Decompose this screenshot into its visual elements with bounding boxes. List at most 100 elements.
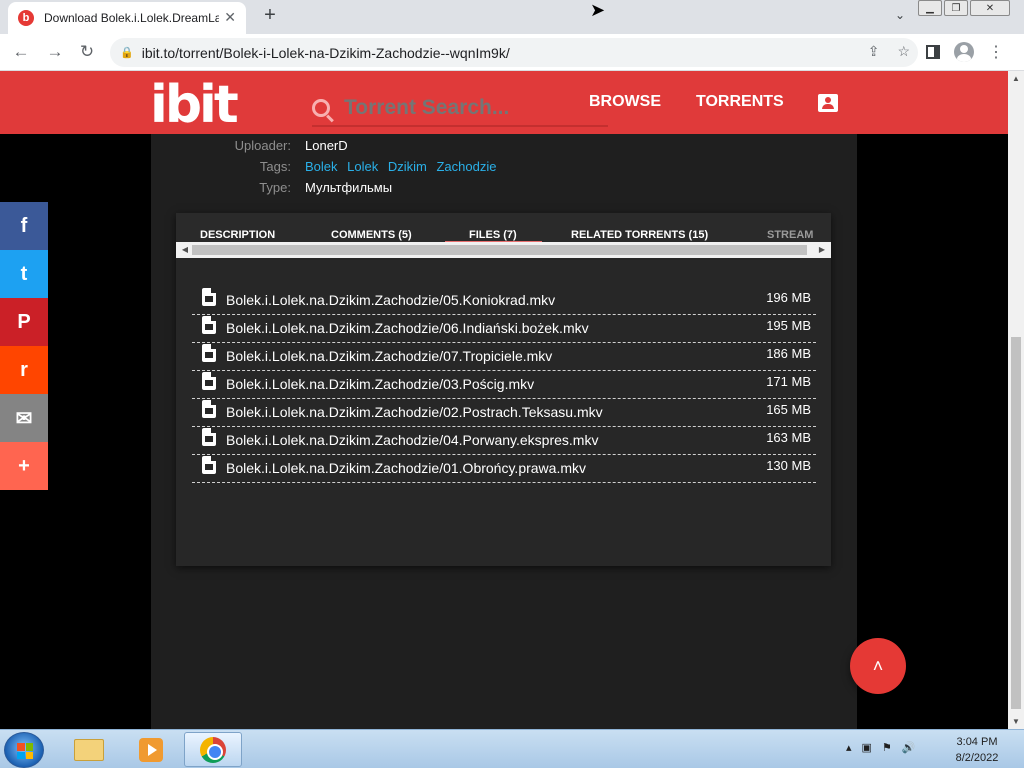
file-size: 196 MB [766,290,811,305]
file-row: Bolek.i.Lolek.na.Dzikim.Zachodzie/03.Poś… [192,371,816,399]
scroll-left-arrow-icon[interactable]: ◀ [178,245,192,254]
share-icon[interactable]: ⇪ [868,43,880,60]
back-icon[interactable]: ← [10,42,32,62]
forward-icon[interactable]: → [44,42,66,62]
folder-icon [74,738,104,761]
system-tray: ▴ ▣ ⚑ 🔊 [846,741,916,754]
nav-torrents-link[interactable]: TORRENTS [696,93,784,111]
restore-button[interactable]: ❐ [944,0,968,16]
show-hidden-icons-icon[interactable]: ▴ [846,741,852,754]
file-name: Bolek.i.Lolek.na.Dzikim.Zachodzie/03.Poś… [226,376,535,392]
account-icon[interactable] [818,94,838,112]
file-name: Bolek.i.Lolek.na.Dzikim.Zachodzie/07.Tro… [226,348,553,364]
file-name: Bolek.i.Lolek.na.Dzikim.Zachodzie/02.Pos… [226,404,603,420]
file-name: Bolek.i.Lolek.na.Dzikim.Zachodzie/04.Por… [226,432,599,448]
social-share-bar: f t Pr ✉ + [0,202,48,490]
reload-icon[interactable]: ↻ [76,42,98,62]
tag-link[interactable]: Dzikim [388,159,427,174]
tab-close-icon[interactable]: ✕ [224,9,236,26]
video-file-icon [202,428,216,446]
file-name: Bolek.i.Lolek.na.Dzikim.Zachodzie/05.Kon… [226,292,556,308]
tab-stream[interactable]: STREAM [767,229,813,241]
uploader-value[interactable]: LonerD [305,138,348,153]
minimize-button[interactable]: ▁ [918,0,942,16]
file-row: Bolek.i.Lolek.na.Dzikim.Zachodzie/06.Ind… [192,315,816,343]
file-row: Bolek.i.Lolek.na.Dzikim.Zachodzie/07.Tro… [192,343,816,371]
tabs-horizontal-scrollbar[interactable]: ◀ ▶ [176,242,831,258]
tag-link[interactable]: Bolek [305,159,338,174]
start-button[interactable] [4,732,44,768]
clock-time: 3:04 PM [956,736,998,748]
taskbar-explorer-button[interactable] [60,732,118,767]
file-size: 130 MB [766,458,811,473]
close-window-button[interactable]: ✕ [970,0,1010,16]
pinterest-icon[interactable]: P [0,298,48,346]
profile-avatar[interactable] [954,42,974,62]
video-file-icon [202,400,216,418]
details-tabs-card: DESCRIPTION COMMENTS (5) FILES (7) RELAT… [176,213,831,566]
tab-files[interactable]: FILES (7) [469,229,517,241]
tab-search-dropdown-icon[interactable]: ⌄ [895,8,905,22]
windows-logo-icon [17,743,33,759]
file-size: 195 MB [766,318,811,333]
menu-kebab-icon[interactable]: ⋮ [988,42,1004,62]
side-panel-icon[interactable] [926,45,940,59]
volume-icon[interactable]: 🔊 [902,741,916,754]
windows-taskbar: ▴ ▣ ⚑ 🔊 3:04 PM 8/2/2022 [0,729,1024,768]
clock-date: 8/2/2022 [955,752,999,764]
bookmark-star-icon[interactable]: ☆ [897,43,910,60]
browser-tab[interactable]: b Download Bolek.i.Lolek.DreamLa ✕ [8,2,246,34]
window-controls: ▁ ❐ ✕ [918,0,1010,16]
file-row: Bolek.i.Lolek.na.Dzikim.Zachodzie/04.Por… [192,427,816,455]
file-row: Bolek.i.Lolek.na.Dzikim.Zachodzie/05.Kon… [192,287,816,315]
mouse-cursor-icon: ➤ [590,0,606,20]
network-icon[interactable]: ▣ [862,741,872,754]
tags-label: Tags: [259,159,291,174]
tab-comments[interactable]: COMMENTS (5) [331,229,412,241]
url-text[interactable]: ibit.to/torrent/Bolek-i-Lolek-na-Dzikim-… [142,45,510,61]
file-list: Bolek.i.Lolek.na.Dzikim.Zachodzie/05.Kon… [192,287,816,483]
site-header: ibit BROWSE TORRENTS [0,71,1008,135]
torrent-search-input[interactable] [344,96,594,120]
address-bar[interactable]: 🔒 ibit.to/torrent/Bolek-i-Lolek-na-Dziki… [110,38,918,67]
file-size: 186 MB [766,346,811,361]
site-logo[interactable]: ibit [150,75,239,135]
tabs-row: DESCRIPTION COMMENTS (5) FILES (7) RELAT… [176,213,831,245]
scrollbar-thumb[interactable] [192,245,807,255]
media-player-icon [139,737,163,762]
video-file-icon [202,288,216,306]
page-viewport: ibit BROWSE TORRENTS Uploader: LonerD Ta… [0,71,1008,729]
taskbar-media-player-button[interactable] [122,732,180,767]
file-size: 163 MB [766,430,811,445]
type-value: Мультфильмы [305,180,393,195]
scrollbar-thumb[interactable] [1011,337,1021,709]
site-favicon-icon: b [18,10,34,26]
system-clock[interactable]: 3:04 PM 8/2/2022 [942,734,1012,766]
facebook-icon[interactable]: f [0,202,48,250]
scroll-up-arrow-icon[interactable]: ▲ [1008,74,1024,83]
scroll-down-arrow-icon[interactable]: ▼ [1008,717,1024,726]
lock-icon[interactable]: 🔒 [120,46,134,59]
video-file-icon [202,456,216,474]
tab-description[interactable]: DESCRIPTION [200,229,275,241]
browser-toolbar: ← → ↻ 🔒 ibit.to/torrent/Bolek-i-Lolek-na… [0,34,1024,71]
scroll-right-arrow-icon[interactable]: ▶ [815,245,829,254]
twitter-icon[interactable]: t [0,250,48,298]
email-icon[interactable]: ✉ [0,394,48,442]
tag-link[interactable]: Lolek [347,159,378,174]
tab-title: Download Bolek.i.Lolek.DreamLa [44,11,219,25]
file-size: 171 MB [766,374,811,389]
video-file-icon [202,344,216,362]
new-tab-button[interactable]: + [258,4,282,27]
page-vertical-scrollbar[interactable]: ▲ ▼ [1008,71,1024,729]
tag-link[interactable]: Zachodzie [436,159,496,174]
search-icon[interactable] [312,99,330,117]
scroll-to-top-button[interactable]: ˄ [850,638,906,694]
file-name: Bolek.i.Lolek.na.Dzikim.Zachodzie/06.Ind… [226,320,589,336]
tab-related-torrents[interactable]: RELATED TORRENTS (15) [571,229,708,241]
nav-browse-link[interactable]: BROWSE [589,93,661,111]
action-center-flag-icon[interactable]: ⚑ [882,741,892,754]
reddit-icon[interactable]: r [0,346,48,394]
taskbar-chrome-button[interactable] [184,732,242,767]
share-more-icon[interactable]: + [0,442,48,490]
